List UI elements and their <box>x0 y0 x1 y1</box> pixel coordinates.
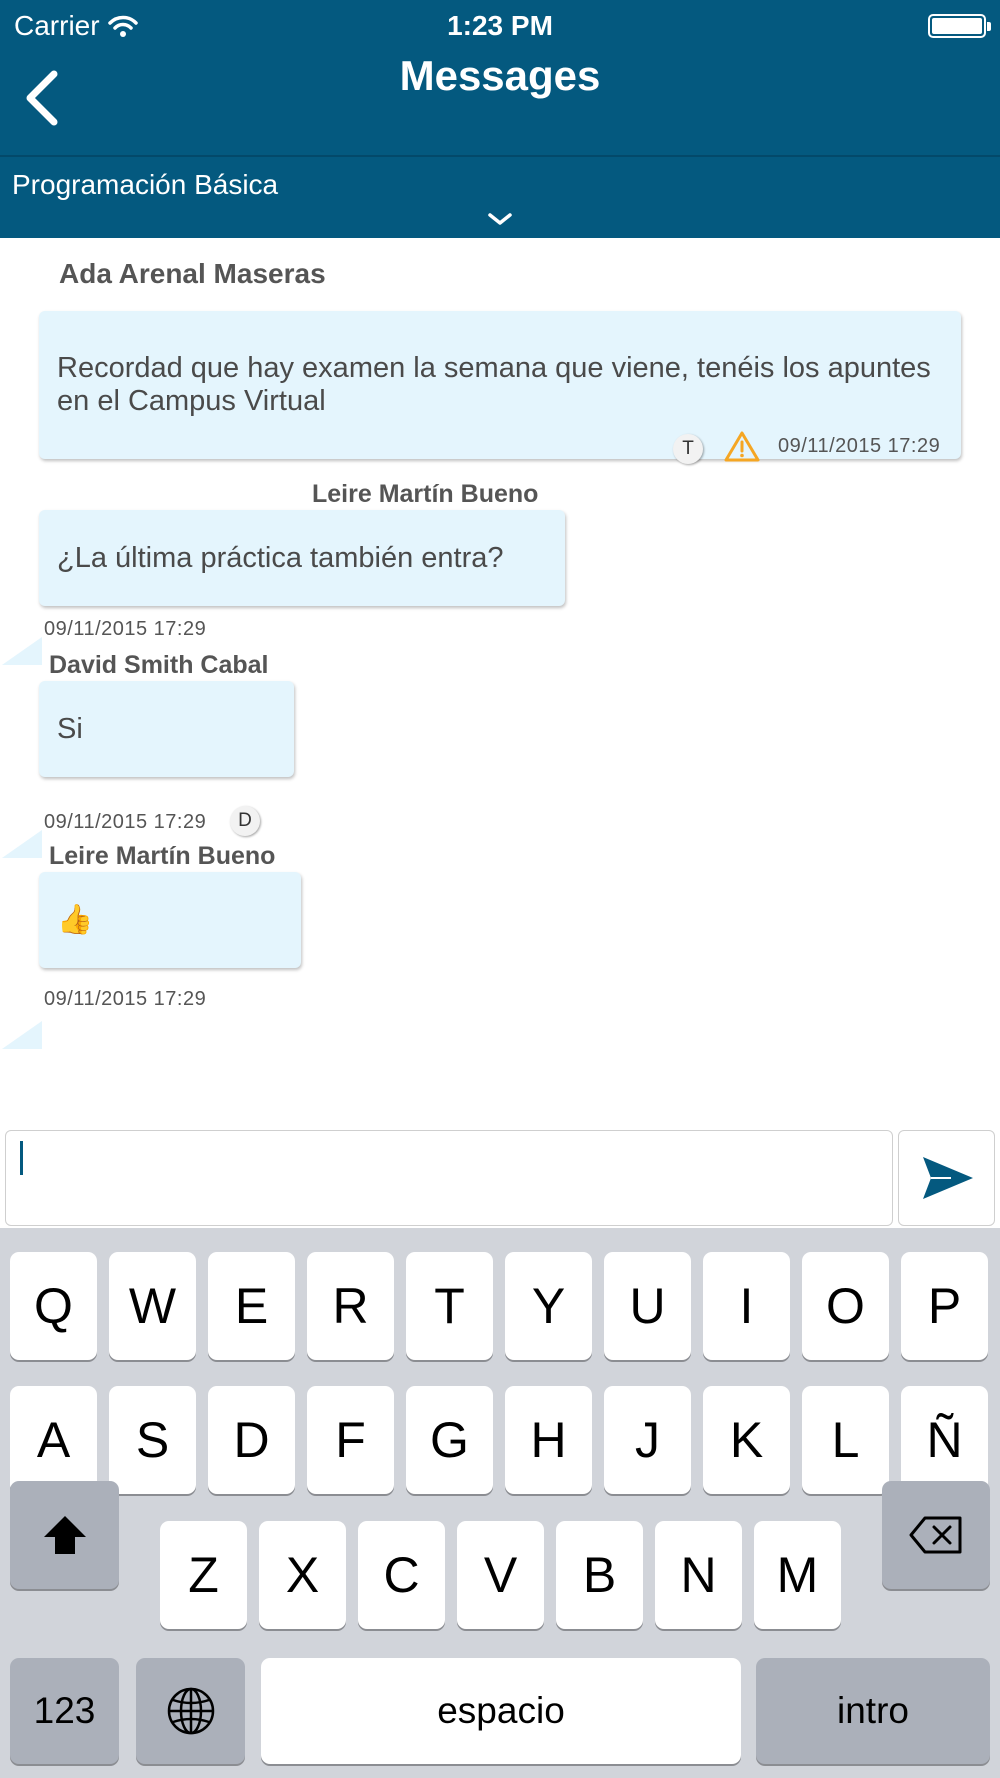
message-bubble[interactable]: Si <box>39 681 294 777</box>
status-time: 1:23 PM <box>447 10 553 41</box>
key-i[interactable]: I <box>703 1252 790 1360</box>
message-sender: Leire Martín Bueno <box>312 480 539 508</box>
key-l[interactable]: L <box>802 1386 889 1494</box>
key-g[interactable]: G <box>406 1386 493 1494</box>
key-e[interactable]: E <box>208 1252 295 1360</box>
key-m[interactable]: M <box>754 1521 841 1629</box>
keyboard: QWERTYUIOP ASDFGHJKLÑ ZXCVBNM 123 espaci… <box>0 1228 1000 1778</box>
message-sender: Ada Arenal Maseras <box>59 258 326 289</box>
bubble-tail <box>2 637 42 665</box>
message-timestamp: 09/11/2015 17:29 <box>44 811 207 833</box>
key-y[interactable]: Y <box>505 1252 592 1360</box>
message-text: ¿La última práctica también entra? <box>57 541 504 574</box>
key-ñ[interactable]: Ñ <box>901 1386 988 1494</box>
warning-icon[interactable] <box>724 430 760 462</box>
key-t[interactable]: T <box>406 1252 493 1360</box>
bubble-tail <box>2 1021 42 1049</box>
battery-icon <box>928 14 991 38</box>
key-f[interactable]: F <box>307 1386 394 1494</box>
key-n[interactable]: N <box>655 1521 742 1629</box>
message-input[interactable] <box>5 1130 893 1226</box>
message-text: Recordad que hay examen la semana que vi… <box>57 352 931 417</box>
message-text: Si <box>57 712 83 745</box>
status-bar: Carrier 1:23 PM <box>14 6 991 46</box>
globe-key[interactable] <box>136 1658 245 1764</box>
message-timestamp: 09/11/2015 17:29 <box>44 988 207 1010</box>
message-sender: David Smith Cabal <box>49 651 269 679</box>
message-list[interactable]: Ada Arenal Maseras Recordad que hay exam… <box>0 238 1000 1128</box>
course-name: Programación Básica <box>12 169 279 200</box>
key-h[interactable]: H <box>505 1386 592 1494</box>
message-text: 👍 <box>57 903 94 936</box>
shift-key[interactable] <box>10 1481 119 1589</box>
key-x[interactable]: X <box>259 1521 346 1629</box>
key-p[interactable]: P <box>901 1252 988 1360</box>
key-v[interactable]: V <box>457 1521 544 1629</box>
message-timestamp: 09/11/2015 17:29 <box>778 435 941 457</box>
key-j[interactable]: J <box>604 1386 691 1494</box>
key-r[interactable]: R <box>307 1252 394 1360</box>
space-key[interactable]: espacio <box>261 1658 741 1764</box>
key-q[interactable]: Q <box>10 1252 97 1360</box>
page-title: Messages <box>399 52 601 99</box>
key-b[interactable]: B <box>556 1521 643 1629</box>
key-k[interactable]: K <box>703 1386 790 1494</box>
avatar[interactable]: T <box>673 434 703 464</box>
key-c[interactable]: C <box>358 1521 445 1629</box>
key-w[interactable]: W <box>109 1252 196 1360</box>
key-d[interactable]: D <box>208 1386 295 1494</box>
backspace-icon <box>909 1516 962 1554</box>
key-o[interactable]: O <box>802 1252 889 1360</box>
key-s[interactable]: S <box>109 1386 196 1494</box>
key-a[interactable]: A <box>10 1386 97 1494</box>
text-caret <box>20 1141 23 1175</box>
message-sender: Leire Martín Bueno <box>49 842 276 870</box>
send-button[interactable] <box>898 1130 995 1226</box>
avatar[interactable]: D <box>230 806 260 836</box>
globe-icon <box>167 1687 214 1735</box>
send-icon <box>923 1157 973 1199</box>
navigation-bar: Carrier 1:23 PM Messages <box>0 0 1000 155</box>
message-bubble[interactable]: 👍 <box>39 872 301 968</box>
delete-key[interactable] <box>882 1481 990 1589</box>
key-z[interactable]: Z <box>160 1521 247 1629</box>
numbers-key[interactable]: 123 <box>10 1658 119 1764</box>
course-selector[interactable]: Programación Básica <box>0 155 1000 238</box>
chevron-down-icon <box>488 213 512 225</box>
bubble-tail <box>2 830 42 858</box>
message-timestamp: 09/11/2015 17:29 <box>44 618 207 640</box>
key-u[interactable]: U <box>604 1252 691 1360</box>
composer-bar <box>0 1128 1000 1228</box>
return-key[interactable]: intro <box>756 1658 990 1764</box>
shift-icon <box>43 1516 86 1554</box>
message-bubble[interactable]: ¿La última práctica también entra? <box>39 510 565 606</box>
